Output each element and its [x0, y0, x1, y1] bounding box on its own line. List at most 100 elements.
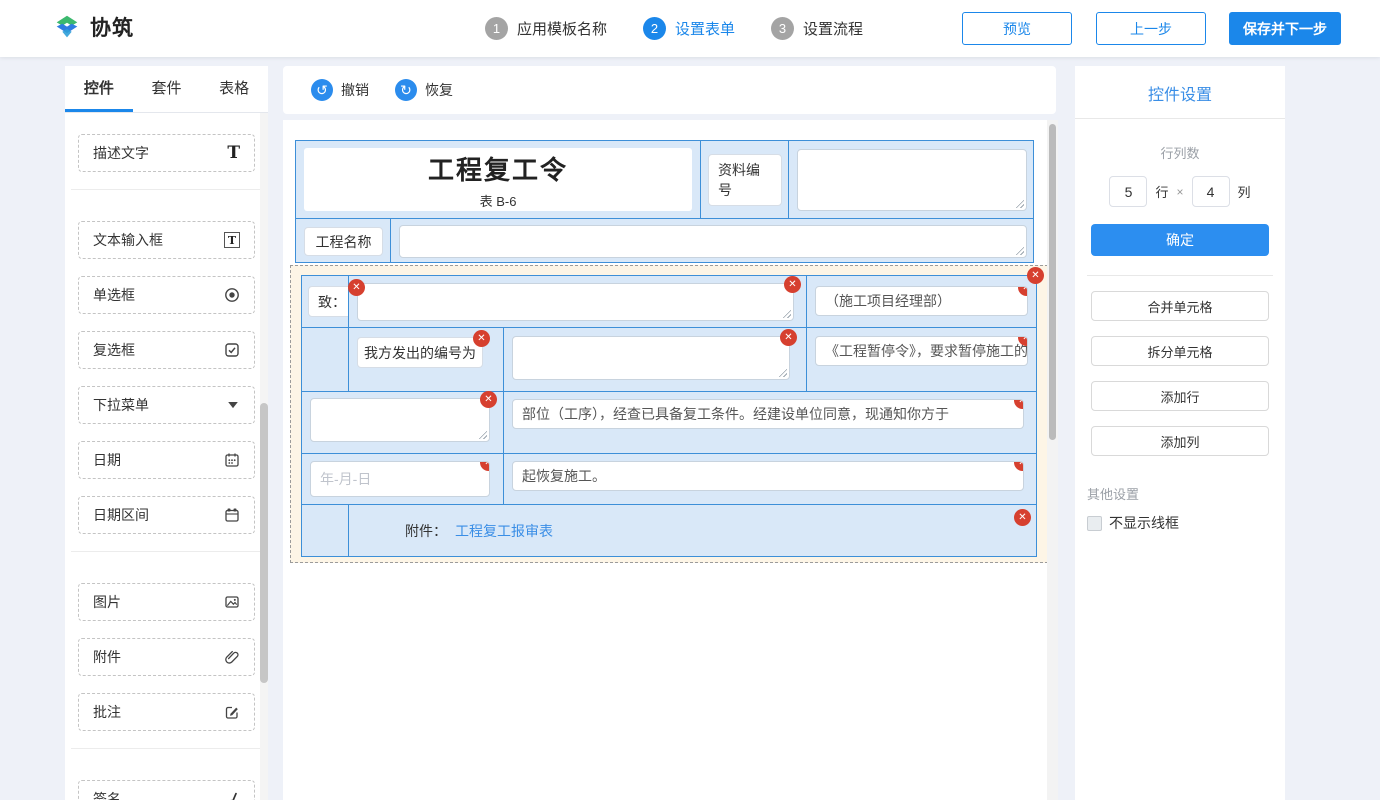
step-flow-setup[interactable]: 3 设置流程	[771, 17, 863, 40]
hide-border-checkbox[interactable]	[1087, 516, 1102, 531]
project-name-label[interactable]: 工程名称	[304, 227, 383, 256]
canvas-scrollbar-track[interactable]	[1047, 120, 1058, 800]
suspend-text-field[interactable]: 《工程暂停令》，要求暂停施工的 ✕	[815, 336, 1028, 366]
cell-r4-right[interactable]: 起恢复施工。 ✕	[503, 453, 1037, 505]
project-name-label-cell[interactable]: 工程名称	[295, 218, 391, 263]
sidebar-scrollbar-track[interactable]	[260, 113, 268, 800]
cell-r1c4[interactable]: （施工项目经理部） ✕	[806, 275, 1037, 328]
resume-condition-field[interactable]: 部位（工序），经查已具备复工条件。经建设单位同意，现通知你方于 ✕	[512, 399, 1024, 429]
cols-input[interactable]	[1192, 176, 1230, 207]
delete-control-button[interactable]: ✕	[780, 329, 797, 346]
control-item-image[interactable]: 图片	[78, 583, 255, 621]
hide-border-label: 不显示线框	[1109, 513, 1179, 533]
cell-r4-left[interactable]: 年-月-日 ✕	[301, 453, 504, 505]
add-column-button[interactable]: 添加列	[1091, 426, 1269, 456]
resize-grip-icon[interactable]	[1015, 246, 1024, 255]
delete-control-button[interactable]: ✕	[1014, 399, 1024, 409]
tab-controls[interactable]: 控件	[65, 66, 133, 112]
grid-size-label: 行列数	[1075, 143, 1285, 162]
multiply-sign: ×	[1176, 185, 1183, 199]
cell-r2c4[interactable]: 《工程暂停令》，要求暂停施工的 ✕	[806, 327, 1037, 392]
part-textarea[interactable]: ✕	[310, 398, 490, 442]
control-item-signature[interactable]: 签名	[78, 780, 255, 800]
resize-grip-icon[interactable]	[782, 309, 791, 318]
resize-grip-icon[interactable]	[1015, 199, 1024, 208]
doc-no-value-cell[interactable]	[788, 140, 1034, 219]
resume-date-input[interactable]: 年-月-日 ✕	[310, 461, 490, 497]
delete-control-button[interactable]: ✕	[1018, 286, 1028, 296]
cell-r5-attachment[interactable]: 附件： 工程复工报审表 ✕	[348, 504, 1037, 557]
delete-control-button[interactable]: ✕	[480, 391, 497, 408]
checkbox-icon	[224, 342, 240, 358]
control-item-description-text[interactable]: 描述文字 T	[78, 134, 255, 172]
add-row-button[interactable]: 添加行	[1091, 381, 1269, 411]
form-title-box[interactable]: 工程复工令 表 B-6	[304, 148, 692, 211]
title-cell[interactable]: 工程复工令 表 B-6	[295, 140, 701, 219]
merge-cells-button[interactable]: 合并单元格	[1091, 291, 1269, 321]
redo-button[interactable]: ↻ 恢复	[395, 79, 453, 101]
project-name-value-cell[interactable]	[390, 218, 1034, 263]
sidebar-tabs: 控件 套件 表格	[65, 66, 268, 113]
delete-control-button[interactable]: ✕	[784, 276, 801, 293]
sidebar-divider	[71, 551, 262, 566]
prev-step-button[interactable]: 上一步	[1096, 12, 1206, 45]
preview-button[interactable]: 预览	[962, 12, 1072, 45]
step-2-label: 设置表单	[675, 18, 735, 39]
cell-r3-left[interactable]: ✕	[301, 391, 504, 454]
delete-control-button[interactable]: ✕	[1014, 509, 1031, 526]
control-item-attachment[interactable]: 附件	[78, 638, 255, 676]
control-item-date-range[interactable]: 日期区间	[78, 496, 255, 534]
delete-control-button[interactable]: ✕	[473, 330, 490, 347]
control-item-checkbox[interactable]: 复选框	[78, 331, 255, 369]
top-header: 协筑 1 应用模板名称 2 设置表单 3 设置流程 预览 上一步 保存并下一步	[0, 0, 1380, 57]
issued-no-textarea[interactable]: ✕	[512, 336, 790, 380]
step-template-name[interactable]: 1 应用模板名称	[485, 17, 607, 40]
control-item-dropdown[interactable]: 下拉菜单	[78, 386, 255, 424]
tab-tables[interactable]: 表格	[200, 66, 268, 112]
sidebar-scrollbar-thumb[interactable]	[260, 403, 268, 683]
step-form-setup[interactable]: 2 设置表单	[643, 17, 735, 40]
resume-text-field[interactable]: 起恢复施工。 ✕	[512, 461, 1024, 491]
delete-control-button[interactable]: ✕	[348, 279, 365, 296]
cell-r1c2[interactable]: ✕	[348, 275, 807, 328]
project-name-textarea[interactable]	[399, 225, 1027, 258]
delete-table-button[interactable]: ✕	[1027, 267, 1044, 284]
cell-r2c1[interactable]	[301, 327, 349, 392]
dept-text-field[interactable]: （施工项目经理部） ✕	[815, 286, 1028, 316]
brand-logo-icon	[52, 12, 82, 42]
control-item-radio[interactable]: 单选框	[78, 276, 255, 314]
canvas-scrollbar-thumb[interactable]	[1049, 124, 1056, 440]
confirm-button[interactable]: 确定	[1091, 224, 1269, 256]
cell-r3-right[interactable]: 部位（工序），经查已具备复工条件。经建设单位同意，现通知你方于 ✕	[503, 391, 1037, 454]
cell-r2c2[interactable]: 我方发出的编号为 ✕	[348, 327, 504, 392]
selected-table-region[interactable]: ✕ 致： ✕ ✕ （施工项目经理部）	[290, 265, 1048, 563]
control-item-annotation[interactable]: 批注	[78, 693, 255, 731]
resize-grip-icon[interactable]	[778, 368, 787, 377]
delete-control-button[interactable]: ✕	[480, 461, 490, 471]
resize-grip-icon[interactable]	[478, 430, 487, 439]
cell-r5c1[interactable]	[301, 504, 349, 557]
rows-input[interactable]	[1109, 176, 1147, 207]
delete-control-button[interactable]: ✕	[1014, 461, 1024, 471]
form-body-table[interactable]: ✕ 致： ✕ ✕ （施工项目经理部）	[301, 275, 1036, 556]
form-canvas[interactable]: 工程复工令 表 B-6 资料编号 工程名称	[283, 120, 1058, 800]
doc-no-textarea[interactable]	[797, 149, 1027, 211]
doc-no-cell[interactable]: 资料编号	[700, 140, 789, 219]
save-next-button[interactable]: 保存并下一步	[1229, 12, 1341, 45]
issued-label-chip[interactable]: 我方发出的编号为 ✕	[357, 337, 483, 368]
control-item-text-input[interactable]: 文本输入框 T	[78, 221, 255, 259]
undo-button[interactable]: ↺ 撤销	[311, 79, 369, 101]
calendar-icon	[224, 452, 240, 468]
form-title-table[interactable]: 工程复工令 表 B-6 资料编号 工程名称	[295, 140, 1034, 263]
hide-border-option[interactable]: 不显示线框	[1087, 513, 1285, 533]
control-item-date[interactable]: 日期	[78, 441, 255, 479]
split-cells-button[interactable]: 拆分单元格	[1091, 336, 1269, 366]
tab-kits[interactable]: 套件	[133, 66, 201, 112]
cell-r2c3[interactable]: ✕	[503, 327, 807, 392]
to-textarea[interactable]: ✕	[357, 283, 794, 321]
attachment-link[interactable]: 工程复工报审表	[455, 521, 553, 541]
step-3-label: 设置流程	[803, 18, 863, 39]
sidebar-divider	[71, 189, 262, 204]
doc-no-label[interactable]: 资料编号	[708, 154, 782, 206]
cell-r1c1[interactable]: 致： ✕	[301, 275, 349, 328]
